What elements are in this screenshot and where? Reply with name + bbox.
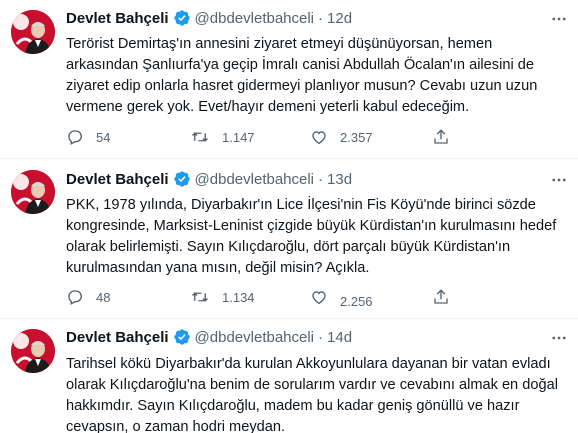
author-name[interactable]: Devlet Bahçeli (66, 171, 169, 188)
retweet-button[interactable]: 1.147 (190, 127, 255, 147)
tweet-actions: 54 1.147 2.357 (66, 127, 546, 147)
retweet-icon (190, 288, 210, 306)
like-button[interactable]: 2.357 (310, 127, 373, 147)
tweet[interactable]: Devlet Bahçeli @dbdevletbahceli · 13d PK… (0, 159, 578, 318)
retweet-count: 1.134 (222, 289, 255, 305)
reply-count: 54 (96, 129, 111, 145)
author-handle[interactable]: @dbdevletbahceli (195, 329, 314, 346)
more-icon[interactable] (550, 329, 568, 352)
more-icon[interactable] (550, 10, 568, 33)
avatar[interactable] (11, 10, 55, 54)
tweet-actions: 48 1.134 2.256 (66, 287, 546, 309)
tweet-header: Devlet Bahçeli @dbdevletbahceli · 14d (66, 327, 352, 347)
tweet[interactable]: Devlet Bahçeli @dbdevletbahceli · 14d Ta… (0, 319, 578, 433)
reply-button[interactable]: 54 (66, 127, 110, 147)
tweet-text-line: olarak belirlemişti. Sayın Kılıçdaroğlu,… (66, 239, 511, 255)
author-handle[interactable]: @dbdevletbahceli (195, 10, 314, 27)
tweet-header: Devlet Bahçeli @dbdevletbahceli · 13d (66, 169, 352, 189)
reply-button[interactable]: 48 (66, 287, 110, 307)
more-icon[interactable] (550, 171, 568, 194)
tweet-timestamp[interactable]: 12d (327, 10, 352, 27)
tweet-text-line: arkasından Şanlıurfa'ya geçip İmralı can… (66, 57, 534, 73)
avatar[interactable] (11, 329, 55, 373)
verified-badge-icon (173, 170, 191, 188)
tweet-text-line: PKK, 1978 yılında, Diyarbakır'ın Lice İl… (66, 197, 536, 213)
retweet-count: 1.147 (222, 129, 255, 145)
share-icon (432, 288, 450, 306)
tweet-text-line: kongresinde, Marksist-Leninist çizgide b… (66, 218, 557, 234)
tweet[interactable]: Devlet Bahçeli @dbdevletbahceli · 12d Te… (0, 0, 578, 158)
like-count: 2.256 (340, 293, 373, 309)
retweet-icon (190, 128, 210, 146)
tweet-text-line: olarak Kılıçdaroğlu'na benim de soruları… (66, 377, 558, 393)
share-button[interactable] (432, 127, 450, 147)
tweet-text-line: hakkımdır. Sayın Kılıçdaroğlu, madem bu … (66, 398, 520, 414)
verified-badge-icon (173, 9, 191, 27)
tweet-text-line: vermene gerek yok. Evet/hayır demeni yet… (66, 99, 470, 115)
avatar[interactable] (11, 170, 55, 214)
separator-dot: · (318, 328, 324, 346)
tweet-timestamp[interactable]: 13d (327, 171, 352, 188)
separator-dot: · (318, 9, 324, 27)
tweet-text-line: cevapsın, o zaman hodri meydan. (66, 419, 286, 433)
reply-icon (66, 128, 84, 146)
like-button[interactable]: 2.256 (310, 287, 373, 309)
tweet-header: Devlet Bahçeli @dbdevletbahceli · 12d (66, 8, 352, 28)
tweet-text-line: Terörist Demirtaş'ın annesini ziyaret et… (66, 36, 493, 52)
separator-dot: · (318, 170, 324, 188)
like-count: 2.357 (340, 129, 373, 145)
reply-count: 48 (96, 289, 111, 305)
retweet-button[interactable]: 1.134 (190, 287, 255, 307)
author-name[interactable]: Devlet Bahçeli (66, 329, 169, 346)
verified-badge-icon (173, 328, 191, 346)
tweet-text-line: kurulmasından yana mısın, değil misin? A… (66, 260, 370, 276)
share-button[interactable] (432, 287, 450, 307)
tweet-text-line: ziyaret edip onlarla hasret gidermeyi pl… (66, 78, 538, 94)
tweet-text: Tarihsel kökü Diyarbakır'da kurulan Akko… (66, 354, 566, 433)
like-icon (310, 128, 328, 146)
reply-icon (66, 288, 84, 306)
like-icon (310, 288, 328, 306)
author-handle[interactable]: @dbdevletbahceli (195, 171, 314, 188)
share-icon (432, 128, 450, 146)
tweet-text-line: Tarihsel kökü Diyarbakır'da kurulan Akko… (66, 356, 551, 372)
tweet-text: Terörist Demirtaş'ın annesini ziyaret et… (66, 34, 566, 118)
tweet-text: PKK, 1978 yılında, Diyarbakır'ın Lice İl… (66, 195, 566, 279)
tweet-timestamp[interactable]: 14d (327, 329, 352, 346)
author-name[interactable]: Devlet Bahçeli (66, 10, 169, 27)
